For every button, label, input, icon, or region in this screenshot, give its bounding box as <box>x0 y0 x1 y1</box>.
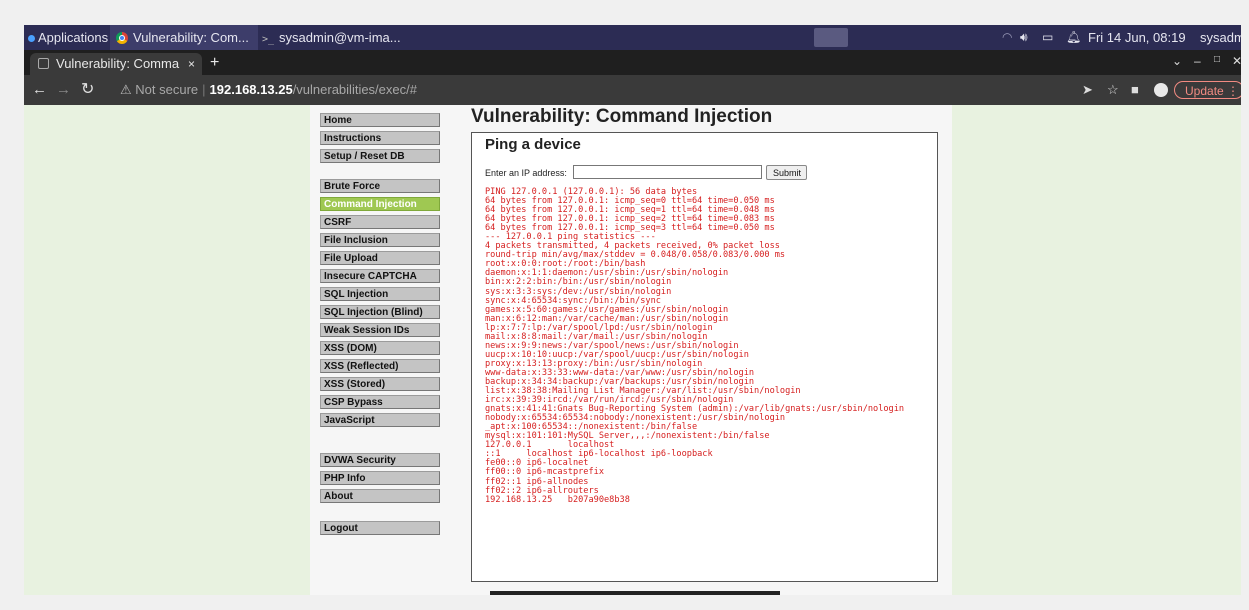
menu-item-sql-injection-blind[interactable]: SQL Injection (Blind) <box>320 305 440 319</box>
top-panel: Applications Vulnerability: Com... >_ sys… <box>24 25 1241 50</box>
maximize-icon[interactable]: □ <box>1214 54 1220 65</box>
minimize-icon[interactable]: – <box>1194 54 1201 68</box>
url-separator: | <box>202 82 206 97</box>
command-output: PING 127.0.0.1 (127.0.0.1): 56 data byte… <box>485 187 904 505</box>
menu-item-javascript[interactable]: JavaScript <box>320 413 440 427</box>
url-host: 192.168.13.25 <box>209 82 293 97</box>
tab-search-icon[interactable]: ⌄ <box>1172 54 1182 68</box>
not-secure-label: Not secure <box>135 82 199 97</box>
menu-item-instructions[interactable]: Instructions <box>320 131 440 145</box>
page-favicon-icon <box>38 58 49 69</box>
bookmark-star-icon[interactable]: ☆ <box>1107 75 1119 105</box>
menu-item-about[interactable]: About <box>320 489 440 503</box>
menu-item-logout[interactable]: Logout <box>320 521 440 535</box>
address-bar[interactable]: ⚠ Not secure | 192.168.13.25/vulnerabiliti… <box>120 80 417 100</box>
menu-item-csp-bypass[interactable]: CSP Bypass <box>320 395 440 409</box>
taskbar-item-browser[interactable]: Vulnerability: Com... <box>110 25 258 50</box>
user-menu[interactable]: sysadm <box>1200 25 1241 50</box>
output-line: 192.168.13.25 b207a90e8b38 <box>485 494 630 505</box>
web-page: Home Instructions Setup / Reset DB Brute Fo… <box>24 105 1241 595</box>
warning-icon: ⚠ <box>120 82 132 97</box>
taskbar-item-terminal[interactable]: >_ sysadmin@vm-ima... <box>262 25 401 50</box>
vulnerable-code-area: Ping a device Enter an IP address: Submi… <box>471 132 938 582</box>
menu-item-csrf[interactable]: CSRF <box>320 215 440 229</box>
url-path: /vulnerabilities/exec/# <box>292 82 417 97</box>
menu-item-xss-stored[interactable]: XSS (Stored) <box>320 377 440 391</box>
back-arrow-icon[interactable]: ← <box>32 75 47 105</box>
send-icon[interactable]: ➤ <box>1082 75 1093 105</box>
side-panel-icon[interactable]: ■ <box>1131 75 1139 105</box>
update-button[interactable]: Update ⋮ <box>1174 81 1241 99</box>
menu-item-insecure-captcha[interactable]: Insecure CAPTCHA <box>320 269 440 283</box>
terminal-icon: >_ <box>262 34 275 45</box>
tab-vulnerability[interactable]: Vulnerability: Comma × <box>30 53 202 75</box>
taskbar-browser-label: Vulnerability: Com... <box>133 30 249 45</box>
clock[interactable]: Fri 14 Jun, 08:19 <box>1088 25 1186 50</box>
applications-label: Applications <box>38 30 109 45</box>
menu-item-weak-session-ids[interactable]: Weak Session IDs <box>320 323 440 337</box>
volume-icon[interactable]: 🔊︎ <box>1020 25 1028 50</box>
forward-arrow-icon[interactable]: → <box>56 75 71 105</box>
update-label: Update <box>1185 84 1224 98</box>
menu-item-command-injection[interactable]: Command Injection <box>320 197 440 211</box>
menu-item-sql-injection[interactable]: SQL Injection <box>320 287 440 301</box>
browser-tab-strip: Vulnerability: Comma × + ⌄ – □ ✕ <box>24 50 1241 75</box>
tab-title: Vulnerability: Comma <box>56 56 180 71</box>
menu-item-home[interactable]: Home <box>320 113 440 127</box>
ping-heading: Ping a device <box>485 136 581 153</box>
window-close-icon[interactable]: ✕ <box>1232 54 1241 68</box>
applications-icon <box>28 35 35 43</box>
menu-item-xss-dom[interactable]: XSS (DOM) <box>320 341 440 355</box>
wifi-icon[interactable]: ◠ <box>1002 25 1012 50</box>
menu-item-brute-force[interactable]: Brute Force <box>320 179 440 193</box>
ip-address-input[interactable] <box>573 165 762 179</box>
tab-close-icon[interactable]: × <box>188 53 195 75</box>
tray-app-icon[interactable] <box>814 28 848 47</box>
page-title: Vulnerability: Command Injection <box>471 106 773 127</box>
page-bottom-strip <box>490 591 780 595</box>
battery-icon[interactable]: ▭ <box>1042 25 1053 50</box>
taskbar-terminal-label: sysadmin@vm-ima... <box>279 30 401 45</box>
browser-toolbar: ← → ↻ ⚠ Not secure | 192.168.13.25/vulnera… <box>24 75 1241 105</box>
reload-icon[interactable]: ↻ <box>81 75 94 105</box>
ip-address-label: Enter an IP address: <box>485 168 567 178</box>
notification-bell-icon[interactable]: 🔔︎ <box>1066 25 1081 50</box>
menu-item-dvwa-security[interactable]: DVWA Security <box>320 453 440 467</box>
menu-item-file-inclusion[interactable]: File Inclusion <box>320 233 440 247</box>
menu-item-setup-reset-db[interactable]: Setup / Reset DB <box>320 149 440 163</box>
submit-button[interactable]: Submit <box>766 165 807 180</box>
menu-item-file-upload[interactable]: File Upload <box>320 251 440 265</box>
chrome-icon <box>116 32 128 44</box>
applications-menu[interactable]: Applications <box>28 25 108 50</box>
desktop-screen: Applications Vulnerability: Com... >_ sys… <box>24 25 1241 595</box>
menu-item-xss-reflected[interactable]: XSS (Reflected) <box>320 359 440 373</box>
menu-item-php-info[interactable]: PHP Info <box>320 471 440 485</box>
profile-avatar-icon[interactable] <box>1154 83 1168 97</box>
new-tab-button[interactable]: + <box>210 52 219 74</box>
